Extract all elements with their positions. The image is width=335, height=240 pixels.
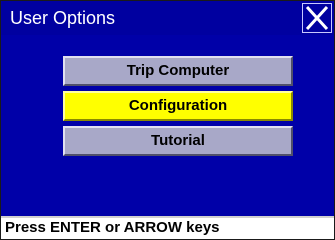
menu-item-tutorial[interactable]: Tutorial: [63, 126, 293, 156]
menu-item-trip-computer[interactable]: Trip Computer: [63, 56, 293, 86]
user-options-window: User Options Trip Computer Configuration…: [0, 0, 335, 240]
menu-item-label: Configuration: [128, 97, 228, 114]
close-button[interactable]: [302, 3, 332, 33]
menu-item-label: Tutorial: [151, 132, 205, 149]
window-title: User Options: [10, 8, 116, 28]
close-x-icon: [305, 5, 329, 31]
menu-item-configuration[interactable]: Configuration: [63, 91, 293, 121]
status-text: Press ENTER or ARROW keys: [5, 219, 220, 236]
status-bar: Press ENTER or ARROW keys: [1, 216, 334, 239]
options-menu: Trip Computer Configuration Tutorial: [63, 56, 293, 161]
title-bar: User Options: [1, 1, 334, 35]
menu-item-label: Trip Computer: [126, 62, 230, 79]
